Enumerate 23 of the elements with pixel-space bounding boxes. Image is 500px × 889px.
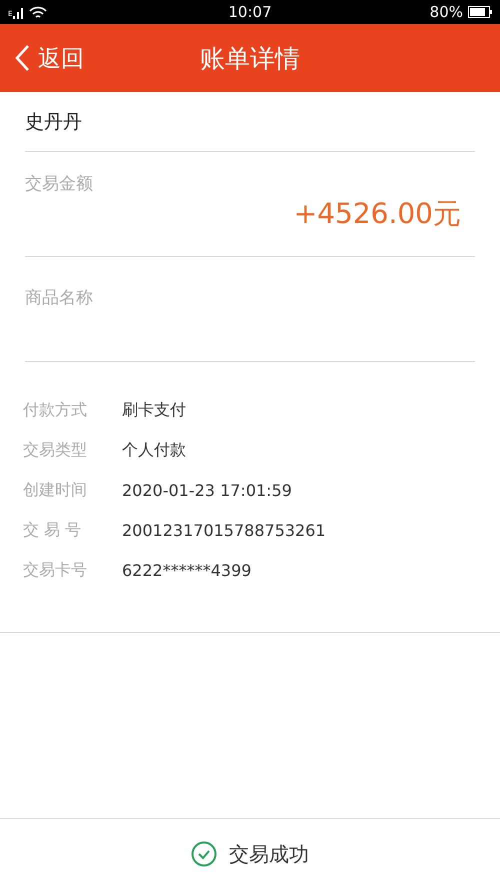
battery-icon [468,6,492,18]
detail-value: 20012317015788753261 [122,520,326,540]
detail-value: 6222******4399 [122,560,252,580]
transaction-status: 交易成功 [229,840,309,868]
product-name-label: 商品名称 [25,288,93,308]
detail-value: 个人付款 [122,440,186,460]
wifi-icon [29,6,48,18]
detail-value: 2020-01-23 17:01:59 [122,480,292,500]
page-title: 账单详情 [200,42,300,74]
detail-label: 交易类型 [23,440,88,460]
payee-name: 史丹丹 [25,92,475,152]
detail-label: 交易卡号 [23,560,88,580]
clock-time: 10:07 [228,3,272,21]
detail-label: 创建时间 [23,480,88,500]
back-button[interactable]: 返回 [0,42,84,74]
detail-value: 刷卡支付 [122,400,186,420]
detail-label: 付款方式 [23,400,88,420]
amount-value: +4526.00元 [294,196,461,232]
detail-label: 交 易 号 [23,520,82,540]
check-circle-icon [191,841,217,867]
battery-percent: 80% [430,3,463,21]
amount-label: 交易金额 [25,173,94,195]
signal-icon [13,6,26,18]
